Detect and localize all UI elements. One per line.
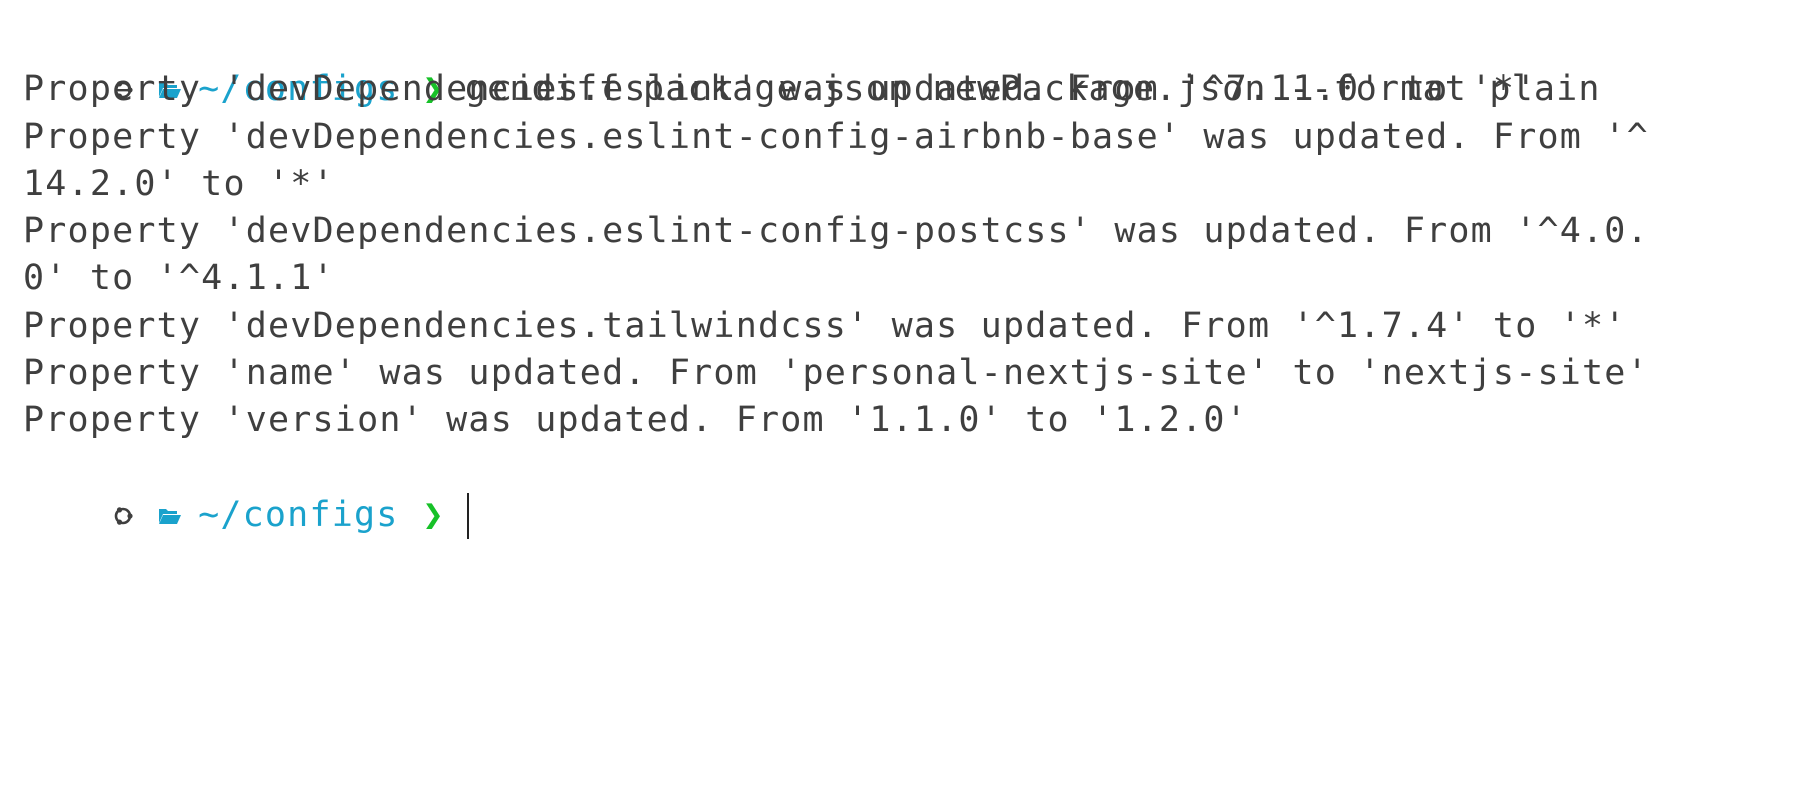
folder-icon	[158, 507, 182, 525]
os-logo-icon	[112, 505, 134, 527]
prompt-chevron: ❯	[422, 494, 445, 535]
prompt-line: ~/configs ❯ gendiff package.json newPackag…	[23, 19, 1800, 109]
next-prompt-line[interactable]: ~/configs ❯	[23, 445, 1800, 539]
text-cursor[interactable]	[466, 492, 469, 539]
prompt-path: ~/configs	[198, 494, 399, 535]
output-line: 0' to '^4.1.1'	[23, 258, 335, 299]
output-line: Property 'devDependencies.eslint-config-…	[23, 211, 1649, 252]
output-line: Property 'name' was updated. From 'perso…	[23, 353, 1649, 394]
output-line: Property 'devDependencies.tailwindcss' w…	[23, 305, 1627, 346]
output-line: Property 'version' was updated. From '1.…	[23, 400, 1248, 441]
output-line: Property 'devDependencies.eslint' was up…	[23, 69, 1538, 110]
output-line: Property 'devDependencies.eslint-config-…	[23, 116, 1649, 157]
output-line: 14.2.0' to '*'	[23, 163, 335, 204]
terminal-window[interactable]: ~/configs ❯ gendiff package.json newPackag…	[0, 0, 1800, 800]
